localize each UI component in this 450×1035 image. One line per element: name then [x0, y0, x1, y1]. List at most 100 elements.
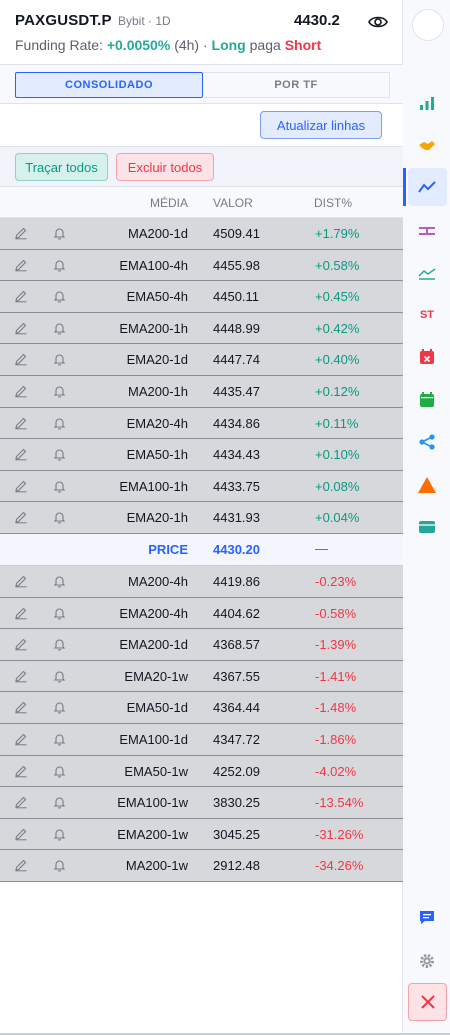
trace-all-button[interactable]: Traçar todos	[15, 153, 108, 181]
view-tabs: CONSOLIDADO POR TF	[0, 64, 403, 104]
level-distance: +0.12%	[315, 383, 360, 399]
current-price: 4430.2	[294, 12, 340, 29]
alert-bell-icon[interactable]	[53, 416, 66, 430]
level-name: MA200-1h	[128, 383, 188, 399]
alert-bell-icon[interactable]	[53, 827, 66, 841]
handshake-icon[interactable]	[411, 130, 443, 162]
column-header-dist: DIST%	[314, 196, 353, 210]
trend-line-icon[interactable]	[411, 171, 443, 203]
edit-icon[interactable]	[14, 732, 28, 746]
table-row: EMA50-1d 4364.44 -1.48%	[0, 692, 403, 724]
alert-bell-icon[interactable]	[53, 764, 66, 778]
alert-bell-icon[interactable]	[53, 384, 66, 398]
update-lines-button[interactable]: Atualizar linhas	[260, 111, 382, 139]
panel-header: PAXGUSDT.P Bybit · 1D 4430.2 Funding Rat…	[0, 0, 403, 66]
right-toolbar: ST	[403, 0, 450, 1035]
edit-icon[interactable]	[14, 352, 28, 366]
alert-bell-icon[interactable]	[53, 858, 66, 872]
edit-icon[interactable]	[14, 258, 28, 272]
tab-por-tf[interactable]: POR TF	[203, 72, 390, 98]
alert-bell-icon[interactable]	[53, 732, 66, 746]
alert-bell-icon[interactable]	[53, 289, 66, 303]
eye-icon[interactable]	[367, 12, 389, 32]
edit-icon[interactable]	[14, 384, 28, 398]
level-value: 4455.98	[213, 257, 260, 273]
edit-icon[interactable]	[14, 637, 28, 651]
edit-icon[interactable]	[14, 510, 28, 524]
level-distance: -1.86%	[315, 731, 357, 747]
table-row: EMA20-4h 4434.86 +0.11%	[0, 407, 403, 440]
levels-table: MA200-1d 4509.41 +1.79% EMA100-4h 4455.98 +0.…	[0, 218, 403, 882]
edit-icon[interactable]	[14, 321, 28, 335]
alert-bell-icon[interactable]	[53, 606, 66, 620]
funding-label: Funding Rate:	[15, 37, 103, 53]
alert-bell-icon[interactable]	[53, 447, 66, 461]
table-row: MA200-1w 2912.48 -34.26%	[0, 850, 403, 882]
edit-icon[interactable]	[14, 764, 28, 778]
edit-icon[interactable]	[14, 416, 28, 430]
alert-bell-icon[interactable]	[53, 700, 66, 714]
level-value: 4364.44	[213, 700, 260, 716]
alert-bell-icon[interactable]	[53, 637, 66, 651]
horizontal-line-icon[interactable]	[411, 215, 443, 247]
alert-bell-icon[interactable]	[53, 226, 66, 240]
settings-icon[interactable]	[411, 945, 443, 977]
table-row: EMA100-1w 3830.25 -13.54%	[0, 787, 403, 819]
calendar-icon[interactable]	[411, 384, 443, 416]
close-button[interactable]	[408, 983, 447, 1021]
table-row: EMA200-1w 3045.25 -31.26%	[0, 818, 403, 851]
level-distance: +0.45%	[315, 289, 360, 305]
table-row: MA200-1h 4435.47 +0.12%	[0, 375, 403, 408]
table-row: MA200-1d 4509.41 +1.79%	[0, 218, 403, 250]
level-value: 3045.25	[213, 826, 260, 842]
alert-bell-icon[interactable]	[53, 669, 66, 683]
bar-chart-icon[interactable]	[411, 87, 443, 119]
delete-all-button[interactable]: Excluir todos	[116, 153, 214, 181]
level-distance: +0.42%	[315, 320, 360, 336]
edit-icon[interactable]	[14, 574, 28, 588]
levels-panel: PAXGUSDT.P Bybit · 1D 4430.2 Funding Rat…	[0, 0, 403, 1035]
moving-average-icon[interactable]	[411, 257, 443, 289]
share-icon[interactable]	[411, 426, 443, 458]
price-row-dist: —	[315, 540, 328, 556]
alert-bell-icon[interactable]	[53, 479, 66, 493]
table-row: EMA20-1d 4447.74 +0.40%	[0, 344, 403, 376]
level-value: 4367.55	[213, 668, 260, 684]
avatar[interactable]	[412, 9, 444, 41]
price-row-label: PRICE	[148, 541, 188, 557]
edit-icon[interactable]	[14, 289, 28, 303]
level-distance: -1.41%	[315, 668, 357, 684]
level-name: EMA20-4h	[126, 415, 188, 431]
alert-bell-icon[interactable]	[53, 795, 66, 809]
level-value: 4419.86	[213, 573, 260, 589]
edit-icon[interactable]	[14, 795, 28, 809]
edit-icon[interactable]	[14, 447, 28, 461]
edit-icon[interactable]	[14, 827, 28, 841]
edit-icon[interactable]	[14, 669, 28, 683]
edit-icon[interactable]	[14, 479, 28, 493]
warning-triangle-icon[interactable]	[411, 469, 443, 501]
alert-bell-icon[interactable]	[53, 321, 66, 335]
table-row: EMA100-1h 4433.75 +0.08%	[0, 470, 403, 503]
level-distance: +0.10%	[315, 447, 360, 463]
level-value: 4433.75	[213, 478, 260, 494]
edit-icon[interactable]	[14, 606, 28, 620]
edit-icon[interactable]	[14, 700, 28, 714]
levels-below-price: MA200-4h 4419.86 -0.23% EMA200-4h 4404.62 -0.…	[0, 565, 403, 882]
st-icon[interactable]: ST	[411, 299, 443, 331]
edit-icon[interactable]	[14, 226, 28, 240]
card-icon[interactable]	[411, 511, 443, 543]
edit-icon[interactable]	[14, 858, 28, 872]
level-value: 4347.72	[213, 731, 260, 747]
tab-consolidado[interactable]: CONSOLIDADO	[15, 72, 203, 98]
update-toolbar: Atualizar linhas	[0, 104, 403, 146]
alert-bell-icon[interactable]	[53, 574, 66, 588]
chat-icon[interactable]	[411, 901, 443, 933]
level-name: EMA20-1d	[126, 352, 188, 368]
level-name: EMA100-4h	[119, 257, 188, 273]
level-value: 4368.57	[213, 637, 260, 653]
alert-bell-icon[interactable]	[53, 258, 66, 272]
alert-bell-icon[interactable]	[53, 352, 66, 367]
calendar-x-icon[interactable]	[411, 341, 443, 373]
alert-bell-icon[interactable]	[53, 510, 66, 524]
